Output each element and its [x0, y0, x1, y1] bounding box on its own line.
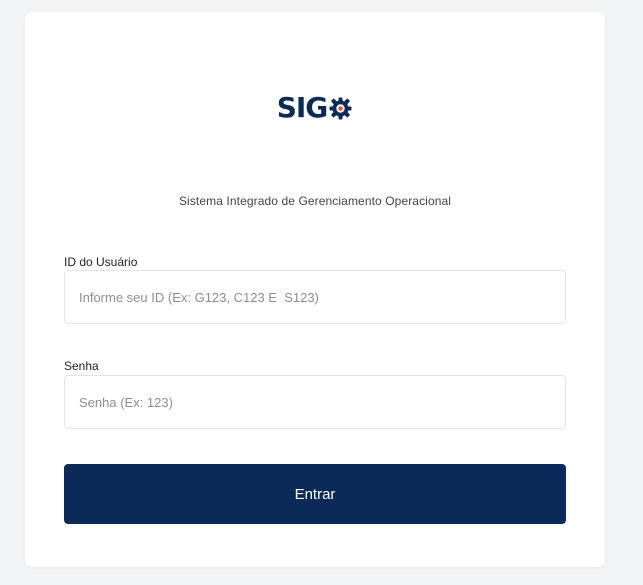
password-label: Senha: [64, 359, 99, 373]
app-logo: SIG: [25, 94, 605, 122]
app-subtitle: Sistema Integrado de Gerenciamento Opera…: [178, 194, 452, 208]
password-input[interactable]: [64, 375, 566, 429]
logo-text: SIG: [276, 91, 329, 124]
login-button[interactable]: Entrar: [64, 464, 566, 524]
gear-icon: [328, 96, 353, 121]
login-card: SIG Sistema Integrado de Gerenciamento O…: [25, 12, 605, 567]
user-id-label: ID do Usuário: [64, 255, 138, 269]
user-id-input[interactable]: [64, 270, 566, 324]
